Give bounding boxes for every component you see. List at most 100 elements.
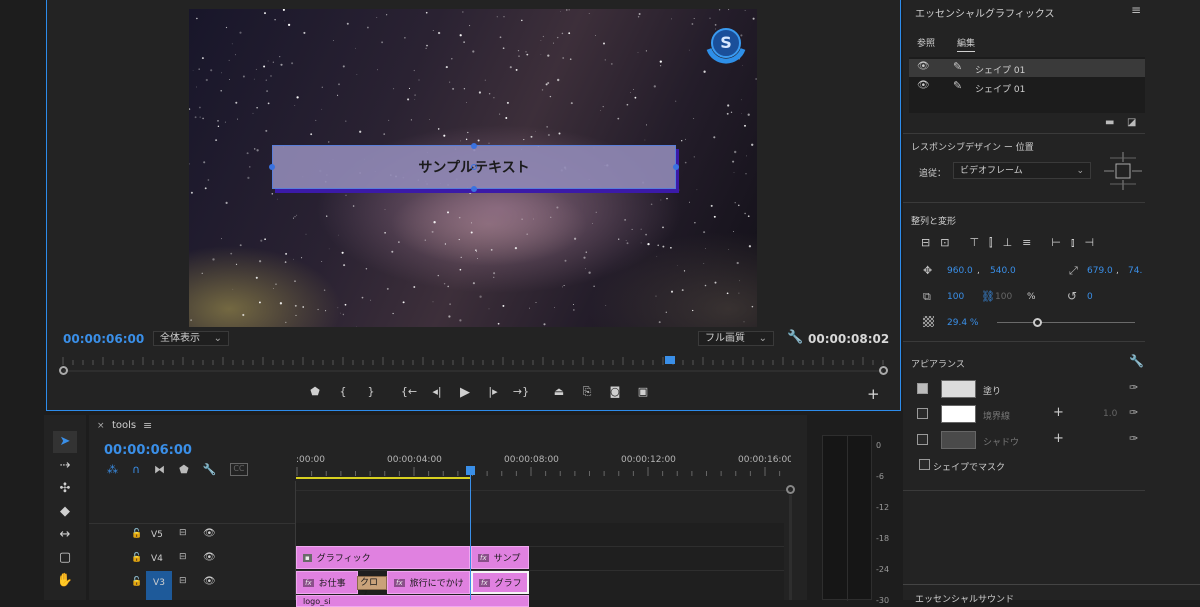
zoom-dropdown[interactable]: 全体表示 ⌄ [153, 331, 229, 346]
pin-to-widget[interactable] [1102, 150, 1144, 192]
link-icon[interactable]: ⛓ [981, 290, 995, 303]
razor-tool-icon[interactable]: ◆ [53, 504, 77, 519]
new-layer-icon[interactable]: ◪ [1127, 117, 1136, 128]
align-bottom-icon[interactable]: ⊥ [1003, 236, 1013, 250]
clip[interactable]: logo_si [296, 595, 529, 607]
add-shadow-icon[interactable]: + [1053, 431, 1064, 446]
eye-icon[interactable]: 👁 [917, 80, 930, 91]
eye-icon[interactable]: 👁 [203, 552, 216, 563]
transform-handle[interactable] [673, 164, 679, 170]
track-name-active[interactable]: V3 [146, 571, 172, 600]
pen-tool-icon[interactable]: ▢ [53, 550, 77, 565]
stroke-checkbox[interactable] [917, 408, 928, 419]
fill-color-swatch[interactable] [941, 380, 976, 398]
shadow-checkbox[interactable] [917, 434, 928, 445]
clip[interactable]: ▪ グラフィック [296, 546, 470, 569]
camera-icon[interactable]: ◙ [605, 385, 625, 400]
eye-icon[interactable]: 👁 [203, 576, 216, 587]
ripple-edit-tool-icon[interactable]: ✣ [53, 481, 77, 496]
step-forward-icon[interactable]: |▸ [483, 385, 503, 400]
clip[interactable]: fx お仕事 [296, 571, 358, 594]
wrench-icon[interactable]: 🔧 [787, 330, 803, 345]
panel-menu-icon[interactable]: ≡ [1131, 3, 1141, 17]
step-back-icon[interactable]: ◂| [427, 385, 447, 400]
eyedropper-icon[interactable]: ✑ [1129, 432, 1138, 445]
current-timecode[interactable]: 00:00:06:00 [63, 332, 144, 346]
shadow-color-swatch[interactable] [941, 431, 976, 449]
opacity-value[interactable]: 29.4 % [947, 318, 978, 328]
opacity-slider-track[interactable] [997, 322, 1135, 323]
slip-tool-icon[interactable]: ↔ [53, 527, 77, 542]
go-to-in-icon[interactable]: {← [399, 385, 419, 400]
linked-selection-icon[interactable]: ⧓ [154, 463, 165, 476]
wrench-icon[interactable]: 🔧 [1129, 354, 1144, 368]
transform-handle[interactable] [269, 164, 275, 170]
comparison-view-icon[interactable]: ▣ [633, 385, 653, 400]
align-vertical-center-icon[interactable]: ⊟ [921, 236, 930, 250]
position-y[interactable]: 540.0 [990, 266, 1016, 276]
in-handle[interactable] [59, 366, 68, 375]
work-area-bar[interactable] [296, 477, 470, 479]
tab-browse[interactable]: 参照 [917, 36, 935, 49]
track-select-tool-icon[interactable]: ⇢ [53, 458, 77, 473]
captions-icon[interactable]: CC [230, 463, 248, 476]
transform-handle[interactable] [471, 186, 477, 192]
scale-value[interactable]: 100 [947, 292, 964, 302]
tab-edit[interactable]: 編集 [957, 36, 976, 52]
clip[interactable]: fx サンプ [471, 546, 529, 569]
play-icon[interactable]: ▶ [455, 385, 475, 400]
snap-icon[interactable]: ∩ [132, 463, 140, 476]
quality-dropdown[interactable]: フル画質 ⌄ [698, 331, 774, 346]
transform-handle[interactable] [471, 143, 477, 149]
wrench-icon[interactable]: 🔧 [203, 463, 217, 476]
distribute-icon[interactable]: ≡ [1022, 236, 1031, 250]
mark-in-icon[interactable]: { [333, 385, 353, 400]
folder-icon[interactable]: ▬ [1105, 117, 1114, 128]
scrollbar-handle[interactable] [786, 485, 795, 494]
lock-icon[interactable]: 🔓 [131, 553, 142, 563]
align-top-icon[interactable]: ⊤ [969, 236, 979, 250]
add-button-icon[interactable]: + [867, 385, 880, 403]
anchor-x[interactable]: 679.0 [1087, 266, 1113, 276]
align-right-icon[interactable]: ⊣ [1085, 236, 1095, 250]
lock-icon[interactable]: 🔓 [131, 577, 142, 587]
video-preview[interactable]: サンプルテキスト S [189, 9, 757, 327]
time-ruler[interactable] [57, 355, 889, 379]
align-center-icon[interactable]: ⫾ [1071, 236, 1075, 250]
mark-out-icon[interactable]: } [361, 385, 381, 400]
hand-tool-icon[interactable]: ✋ [53, 573, 77, 588]
go-to-out-icon[interactable]: →} [511, 385, 531, 400]
opacity-slider-knob[interactable] [1033, 318, 1043, 327]
transition-clip[interactable]: クロス [357, 576, 387, 600]
mask-checkbox[interactable] [919, 459, 930, 470]
sequence-tab[interactable]: tools [112, 420, 136, 431]
fill-checkbox[interactable] [917, 383, 928, 394]
playhead[interactable] [664, 356, 675, 364]
anchor-y[interactable]: 74. [1128, 266, 1142, 276]
follow-dropdown[interactable]: ビデオフレーム ⌄ [953, 162, 1091, 179]
add-marker-icon[interactable]: ⬟ [179, 463, 189, 476]
sync-lock-icon[interactable]: ⊟ [179, 528, 187, 538]
position-x[interactable]: 960.0 [947, 266, 973, 276]
add-stroke-icon[interactable]: + [1053, 405, 1064, 420]
eyedropper-icon[interactable]: ✑ [1129, 406, 1138, 419]
timeline-playhead[interactable] [466, 466, 475, 475]
sync-lock-icon[interactable]: ⊟ [179, 576, 187, 586]
rotation-value[interactable]: 0 [1087, 292, 1093, 302]
tab-menu-icon[interactable]: ≡ [143, 419, 152, 432]
layer-row[interactable]: 👁 ✎ シェイプ 01 [909, 78, 1145, 96]
lift-icon[interactable]: ⏏ [549, 385, 569, 400]
track-name[interactable]: V4 [151, 554, 163, 564]
vertical-scrollbar[interactable] [789, 495, 792, 600]
layer-row[interactable]: 👁 ✎ シェイプ 01 [909, 59, 1145, 77]
timeline-timecode[interactable]: 00:00:06:00 [104, 443, 192, 458]
eye-icon[interactable]: 👁 [917, 61, 930, 72]
align-middle-icon[interactable]: ⫿ [989, 236, 993, 250]
track-name[interactable]: V5 [151, 530, 163, 540]
align-left-icon[interactable]: ⊢ [1051, 236, 1061, 250]
anchor-point[interactable] [471, 164, 477, 170]
sync-lock-icon[interactable]: ⊟ [179, 552, 187, 562]
eyedropper-icon[interactable]: ✑ [1129, 381, 1138, 394]
close-tab-icon[interactable]: × [97, 421, 105, 431]
lock-icon[interactable]: 🔓 [131, 529, 142, 539]
